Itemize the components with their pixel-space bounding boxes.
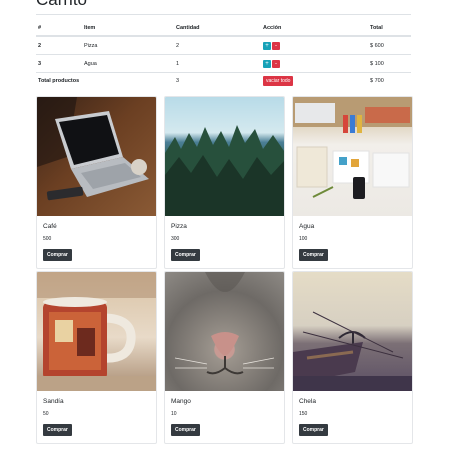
product-name: Café [43,223,57,230]
increase-button[interactable]: + [263,41,271,50]
header-id: # [36,21,82,37]
buy-button[interactable]: Comprar [171,249,200,261]
cart-row: 2 Pizza 2 + - $ 600 [36,36,411,55]
cart-header-row: # Item Cantidad Acción Total [36,21,411,37]
product-card: Chela 150 Comprar [292,271,413,444]
product-price: 500 [43,236,52,242]
header-action: Acción [261,21,368,37]
buy-button[interactable]: Comprar [299,249,328,261]
buy-button[interactable]: Comprar [43,249,72,261]
cart-row-qty: 2 [174,36,261,55]
product-name: Sandía [43,398,64,405]
cart-table: # Item Cantidad Acción Total 2 Pizza 2 +… [36,21,411,89]
laptop-illustration [37,97,149,201]
cart-row-actions: + - [261,36,368,55]
cat-illustration [174,272,275,375]
cart-total: $ 700 [370,78,384,84]
header-item: Item [82,21,174,37]
total-products-label: Total productos [38,78,80,84]
page-title: Carrito [36,0,87,10]
boat-illustration [293,311,412,391]
product-card: Mango 10 Comprar [164,271,285,444]
cart-row-id: 3 [36,54,82,73]
cart-row-total: $ 100 [368,54,411,73]
cart-row-actions: + - [261,54,368,73]
title-divider [36,14,411,15]
product-price: 50 [43,411,49,417]
decrease-button[interactable]: - [272,41,280,50]
desk-illustration [293,97,412,199]
forest-illustration [165,125,284,216]
product-name: Chela [299,398,316,405]
product-price: 100 [299,236,308,242]
header-qty: Cantidad [174,21,261,37]
buy-button[interactable]: Comprar [171,424,200,436]
product-image-desk [293,97,412,216]
product-name: Agua [299,223,315,230]
cart-row: 3 Agua 1 + - $ 100 [36,54,411,73]
product-price: 10 [171,411,177,417]
product-card: Café 500 Comprar [36,96,157,269]
product-price: 150 [299,411,308,417]
product-image-forest [165,97,284,216]
cart-row-total: $ 600 [368,36,411,55]
cart-row-id: 2 [36,36,82,55]
increase-button[interactable]: + [263,59,271,68]
buy-button[interactable]: Comprar [299,424,328,436]
product-price: 300 [171,236,180,242]
buy-button[interactable]: Comprar [43,424,72,436]
product-card: Sandía 50 Comprar [36,271,157,444]
cart-row-item: Pizza [82,36,174,55]
product-image-boat [293,272,412,391]
product-image-cat [165,272,284,391]
decrease-button[interactable]: - [272,59,280,68]
product-image-mug [37,272,156,391]
cart-row-qty: 1 [174,54,261,73]
product-image-laptop [37,97,156,216]
mug-illustration [37,272,156,391]
total-products-qty: 3 [176,78,180,84]
cart-footer-row: Total productos 3 vaciar todo $ 700 [36,73,411,90]
empty-cart-button[interactable]: vaciar todo [263,76,294,86]
product-card: Agua 100 Comprar [292,96,413,269]
cart-footer-actions: vaciar todo [261,73,368,90]
product-card: Pizza 300 Comprar [164,96,285,269]
header-total: Total [368,21,411,37]
product-name: Mango [171,398,191,405]
product-name: Pizza [171,223,187,230]
cart-row-item: Agua [82,54,174,73]
